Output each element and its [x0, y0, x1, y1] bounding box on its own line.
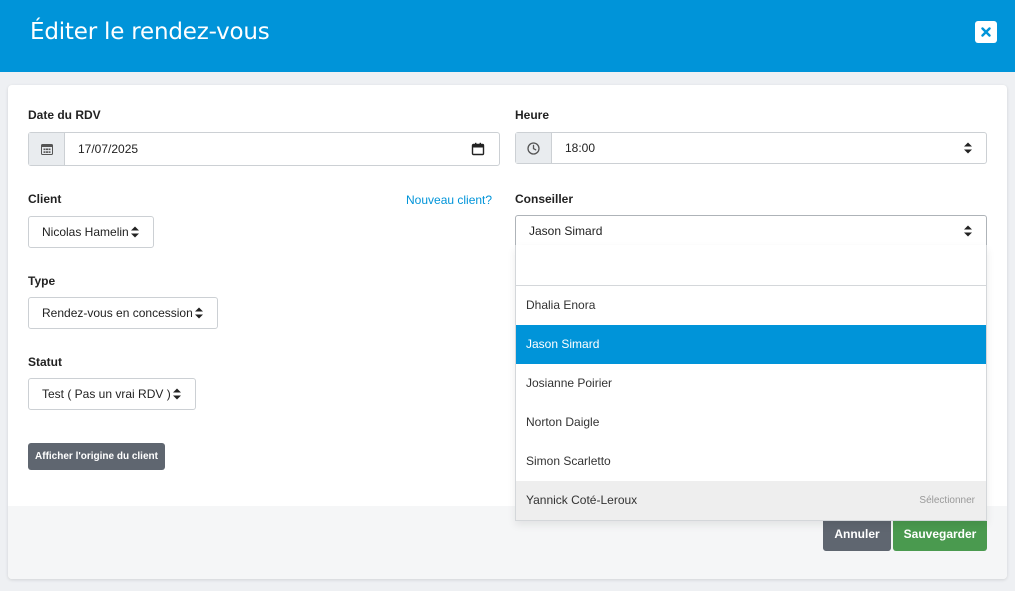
dropdown-option-selected[interactable]: Jason Simard: [516, 325, 986, 364]
sort-icon: [130, 226, 139, 238]
date-input[interactable]: 17/07/2025: [28, 132, 500, 166]
status-label: Statut: [28, 355, 62, 369]
new-client-link[interactable]: Nouveau client?: [406, 193, 492, 207]
dropdown-option-hovered[interactable]: Yannick Coté-Leroux Sélectionner: [516, 481, 986, 520]
option-label: Yannick Coté-Leroux: [526, 493, 638, 507]
date-label: Date du RDV: [28, 108, 101, 122]
option-label: Josianne Poirier: [526, 376, 613, 390]
option-label: Norton Daigle: [526, 415, 600, 429]
type-select[interactable]: Rendez-vous en concession: [28, 297, 218, 329]
client-value: Nicolas Hamelin: [42, 225, 129, 239]
cancel-button[interactable]: Annuler: [823, 517, 891, 551]
time-addon: [516, 133, 552, 163]
modal-header: Éditer le rendez-vous: [0, 0, 1015, 72]
calendar-grid-icon: [40, 144, 53, 155]
option-label: Dhalia Enora: [526, 298, 596, 312]
time-select[interactable]: 18:00: [515, 132, 987, 164]
clock-icon: [527, 141, 540, 155]
sort-icon: [172, 388, 181, 400]
advisor-label: Conseiller: [515, 192, 574, 206]
close-button[interactable]: [975, 21, 997, 43]
select-hint: Sélectionner: [919, 495, 975, 506]
dropdown-option[interactable]: Simon Scarletto: [516, 442, 986, 481]
date-addon: [29, 133, 65, 165]
option-label: Jason Simard: [526, 337, 600, 351]
modal-title: Éditer le rendez-vous: [30, 19, 270, 45]
status-value: Test ( Pas un vrai RDV ): [42, 387, 171, 401]
advisor-value: Jason Simard: [529, 223, 603, 238]
sort-icon: [964, 225, 972, 236]
time-label: Heure: [515, 108, 550, 122]
sort-icon: [964, 142, 972, 154]
save-button[interactable]: Sauvegarder: [893, 517, 987, 551]
show-client-origin-button[interactable]: Afficher l'origine du client: [28, 443, 165, 470]
date-value: 17/07/2025: [78, 142, 139, 156]
option-label: Simon Scarletto: [526, 454, 611, 468]
dropdown-option[interactable]: Norton Daigle: [516, 403, 986, 442]
dropdown-option[interactable]: Dhalia Enora: [516, 286, 986, 325]
close-icon: [981, 27, 991, 37]
status-select[interactable]: Test ( Pas un vrai RDV ): [28, 378, 196, 410]
sort-icon: [194, 307, 203, 319]
time-value: 18:00: [565, 141, 596, 155]
advisor-dropdown: Dhalia Enora Jason Simard Josianne Poiri…: [515, 245, 987, 521]
type-value: Rendez-vous en concession: [42, 306, 193, 320]
advisor-select[interactable]: Jason Simard: [515, 215, 987, 246]
calendar-icon[interactable]: [471, 142, 485, 156]
dropdown-search-input[interactable]: [516, 245, 986, 286]
type-label: Type: [28, 274, 56, 288]
client-select[interactable]: Nicolas Hamelin: [28, 216, 154, 248]
dropdown-option[interactable]: Josianne Poirier: [516, 364, 986, 403]
client-label: Client: [28, 192, 62, 206]
